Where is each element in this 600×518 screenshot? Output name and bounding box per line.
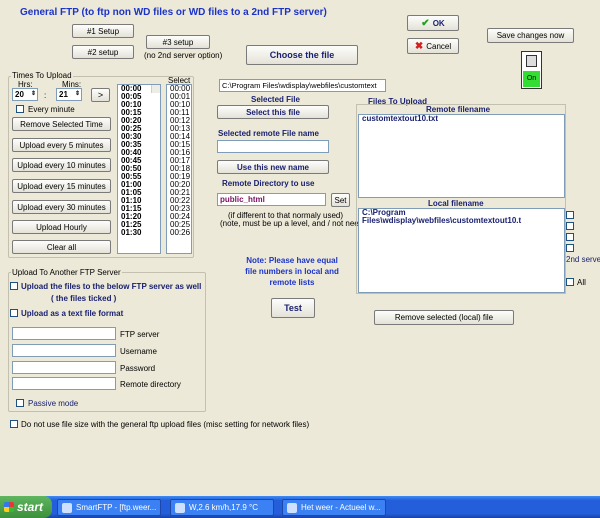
cancel-label: Cancel	[426, 41, 452, 51]
password-label: Password	[120, 364, 156, 373]
local-filename-header: Local filename	[428, 199, 484, 208]
text-format-checkbox[interactable]	[10, 309, 18, 317]
check-icon: ✔	[421, 17, 430, 29]
taskbar: start SmartFTP - [ftp.weer... W,2.6 km/h…	[0, 496, 600, 518]
close-icon: ✖	[414, 40, 424, 52]
add-time-button[interactable]: >	[91, 88, 110, 102]
remote-dir-input[interactable]: public_html	[217, 193, 326, 206]
cancel-button[interactable]: ✖ Cancel	[407, 38, 459, 54]
remote-directory-label: Remote directory	[120, 380, 181, 389]
remote-file-name-input[interactable]	[217, 140, 329, 153]
upload-times-list[interactable]: 00:00 00:05 00:10 00:15 00:20 00:25 00:30 00:35…	[117, 84, 161, 254]
passive-mode-checkbox[interactable]	[16, 399, 24, 407]
upload-every-15-button[interactable]: Upload every 15 minutes	[12, 179, 111, 193]
choose-file-button[interactable]: Choose the file	[246, 45, 358, 65]
server2-checkbox-3[interactable]	[566, 233, 574, 241]
password-input[interactable]	[12, 361, 116, 374]
server2-checkbox-1[interactable]	[566, 211, 574, 219]
username-input[interactable]	[12, 344, 116, 357]
list-item[interactable]: customtextout10.txt	[359, 115, 564, 123]
times-group-title: Times To Upload	[11, 71, 73, 80]
all-label: All	[577, 278, 586, 287]
set-dir-button[interactable]: Set	[331, 193, 350, 207]
upload-every-30-button[interactable]: Upload every 30 minutes	[12, 200, 111, 214]
taskbar-item-label: W,2.6 km/h,17.9 °C	[189, 503, 259, 512]
setup-1-button[interactable]: #1 Setup	[72, 24, 134, 38]
remote-directory-input[interactable]	[12, 377, 116, 390]
hours-spinner[interactable]: 20 ⇕	[12, 88, 38, 101]
minutes-spinner[interactable]: 21 ⇕	[56, 88, 82, 101]
list-item[interactable]: 01:30	[118, 229, 160, 237]
hours-value: 20	[15, 90, 24, 99]
windows-logo-icon	[4, 502, 14, 512]
toggle-knob	[526, 55, 537, 67]
internet-explorer-icon	[287, 502, 297, 513]
server2-checkbox-2[interactable]	[566, 222, 574, 230]
smartftp-icon	[62, 502, 72, 513]
ftp-group	[8, 272, 206, 412]
taskbar-item-browser[interactable]: Het weer - Actueel w...	[282, 499, 386, 516]
use-new-name-button[interactable]: Use this new name	[217, 160, 329, 174]
spinner-arrows-icon[interactable]: ⇕	[31, 90, 36, 97]
upload-to-ftp-checkbox[interactable]	[10, 282, 18, 290]
minutes-value: 21	[59, 90, 68, 99]
ftp-server-label: FTP server	[120, 330, 160, 339]
save-changes-button[interactable]: Save changes now	[487, 28, 574, 43]
remove-selected-time-button[interactable]: Remove Selected Time	[12, 117, 111, 131]
remote-dir-label: Remote Directory to use	[222, 179, 315, 188]
select-this-file-button[interactable]: Select this file	[217, 105, 329, 119]
list-item[interactable]: C:\Program Files\wdisplay\webfiles\custo…	[359, 209, 564, 225]
setup-3-button[interactable]: #3 setup	[146, 35, 210, 49]
remote-file-name-label: Selected remote File name	[218, 129, 319, 138]
taskbar-item-label: SmartFTP - [ftp.weer...	[76, 503, 157, 512]
taskbar-item-label: Het weer - Actueel w...	[301, 503, 381, 512]
remove-local-file-button[interactable]: Remove selected (local) file	[374, 310, 514, 325]
start-label: start	[17, 500, 44, 514]
page-title: General FTP (to ftp non WD files or WD f…	[20, 7, 327, 18]
upload-every-10-button[interactable]: Upload every 10 minutes	[12, 158, 111, 172]
no-file-size-checkbox[interactable]	[10, 420, 18, 428]
ftp-server-input[interactable]	[12, 327, 116, 340]
weather-display-icon	[175, 502, 185, 513]
remote-files-list[interactable]: customtextout10.txt	[358, 114, 565, 198]
time-separator: :	[44, 91, 47, 100]
upload-hourly-button[interactable]: Upload Hourly	[12, 220, 111, 234]
times-list-scrollbar[interactable]	[151, 85, 160, 93]
server2-label: 2nd server	[566, 255, 600, 264]
test-button[interactable]: Test	[271, 298, 315, 318]
upload-toggle[interactable]: On	[521, 51, 542, 89]
taskbar-item-smartftp[interactable]: SmartFTP - [ftp.weer...	[57, 499, 161, 516]
list-item[interactable]: 00:26	[167, 229, 191, 237]
taskbar-item-weather-display[interactable]: W,2.6 km/h,17.9 °C	[170, 499, 274, 516]
local-files-list[interactable]: C:\Program Files\wdisplay\webfiles\custo…	[358, 208, 565, 293]
no-file-size-label: Do not use file size with the general ft…	[21, 420, 310, 429]
ftp-group-title: Upload To Another FTP Server	[11, 268, 122, 277]
setup-2-button[interactable]: #2 setup	[72, 45, 134, 59]
selected-file-label: Selected File	[251, 95, 300, 104]
spinner-arrows-icon[interactable]: ⇕	[75, 90, 80, 97]
file-path-field[interactable]: C:\Program Files\wdisplay\webfiles\custo…	[219, 79, 386, 92]
equal-files-note: Note: Please have equal file numbers in …	[245, 256, 339, 287]
upload-every-5-button[interactable]: Upload every 5 minutes	[12, 138, 111, 152]
text-format-label: Upload as a text file format	[21, 309, 124, 318]
files-ticked-label: ( the files ticked )	[51, 294, 117, 303]
remote-dir-note-2: (note, must be up a level, and / not nee…	[220, 219, 375, 228]
every-minute-checkbox[interactable]	[16, 105, 24, 113]
all-checkbox[interactable]	[566, 278, 574, 286]
setup-3-note: (no 2nd server option)	[144, 51, 223, 60]
every-minute-label: Every minute	[28, 105, 75, 114]
remote-filename-header: Remote filename	[426, 105, 491, 114]
passive-mode-label: Passive mode	[28, 399, 79, 408]
ok-button[interactable]: ✔ OK	[407, 15, 459, 31]
username-label: Username	[120, 347, 157, 356]
server2-checkbox-4[interactable]	[566, 244, 574, 252]
upload-to-ftp-label: Upload the files to the below FTP server…	[21, 282, 202, 291]
select-times-list[interactable]: 00:00 00:01 00:10 00:11 00:12 00:13 00:14 00:15…	[166, 84, 192, 254]
clear-all-button[interactable]: Clear all	[12, 240, 111, 254]
toggle-on-label: On	[523, 71, 540, 87]
start-button[interactable]: start	[0, 496, 52, 518]
ok-label: OK	[432, 18, 445, 28]
